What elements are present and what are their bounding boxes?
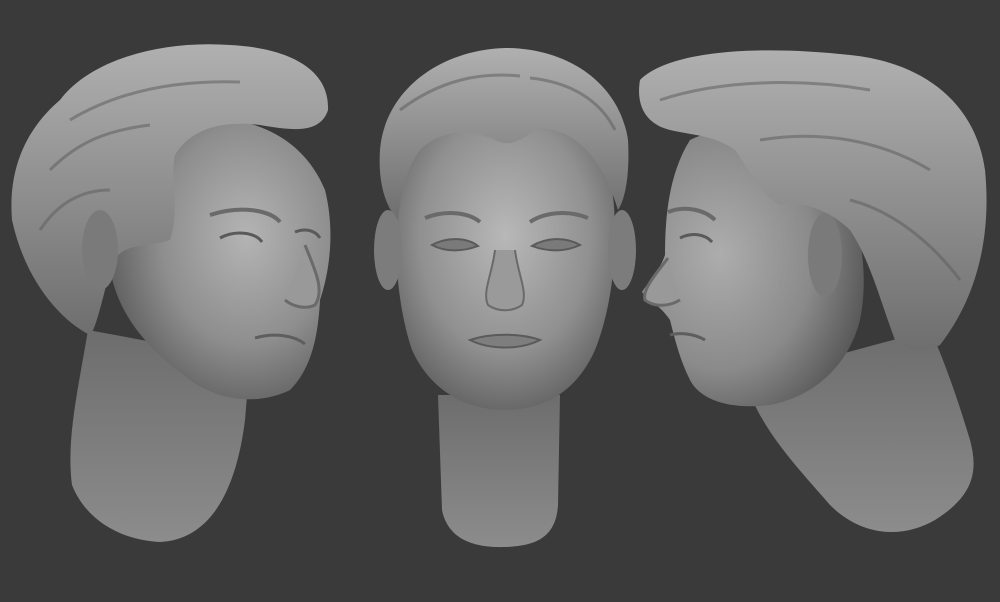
sculpt-render bbox=[11, 44, 987, 548]
neck-front bbox=[438, 395, 560, 548]
viewport-canvas bbox=[0, 0, 1000, 602]
ear-front-right bbox=[608, 210, 636, 290]
head-front bbox=[374, 48, 636, 548]
head-left-three-quarter bbox=[11, 44, 331, 542]
ear-right bbox=[808, 213, 842, 297]
head-right-profile bbox=[639, 50, 987, 532]
ear-front-left bbox=[374, 210, 402, 290]
ear-left bbox=[82, 210, 118, 290]
